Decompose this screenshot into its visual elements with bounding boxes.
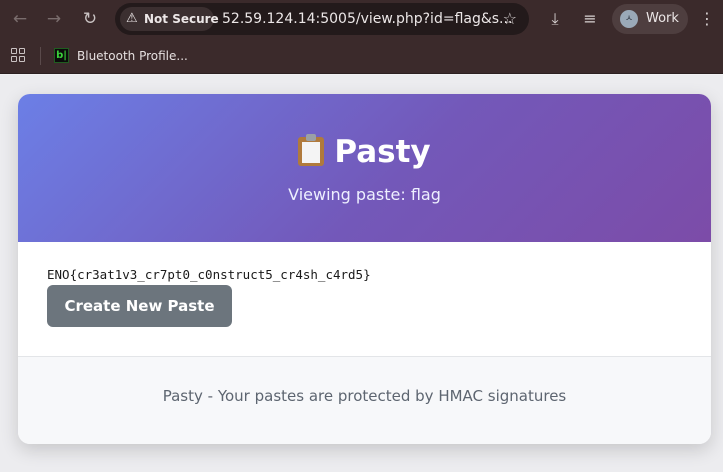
warning-triangle-icon: ⚠ (126, 11, 138, 26)
bookmark-label: Bluetooth Profile... (77, 49, 188, 63)
address-bar[interactable]: ⚠ Not Secure 52.59.124.14:5005/view.php?… (115, 3, 529, 35)
url-text[interactable]: 52.59.124.14:5005/view.php?id=flag&s... (222, 3, 512, 35)
bookmark-star-icon[interactable]: ☆ (503, 3, 517, 35)
create-new-paste-button[interactable]: Create New Paste (47, 285, 232, 327)
footer-text: Pasty - Your pastes are protected by HMA… (162, 387, 567, 405)
header-banner: Pasty Viewing paste: flag (18, 94, 711, 242)
clipboard-icon (298, 134, 325, 166)
page-viewport: Pasty Viewing paste: flag ENO{cr3at1v3_c… (0, 75, 723, 472)
profile-button[interactable]: ㅅ Work (612, 4, 688, 34)
footer: Pasty - Your pastes are protected by HMA… (18, 356, 711, 444)
security-chip[interactable]: ⚠ Not Secure (120, 7, 219, 31)
profile-label: Work (646, 11, 679, 26)
reload-icon[interactable]: ↻ (78, 7, 102, 31)
apps-grid-icon[interactable] (11, 48, 25, 62)
bookmark-favicon-icon: b| (54, 48, 69, 63)
more-menu-icon[interactable]: ⋮ (699, 7, 715, 31)
download-icon[interactable]: ⤓ (543, 7, 567, 31)
security-label: Not Secure (144, 12, 219, 26)
paste-card: Pasty Viewing paste: flag ENO{cr3at1v3_c… (18, 94, 711, 444)
media-queue-icon[interactable]: ≡ (578, 7, 602, 31)
bookmarks-bar: b| Bluetooth Profile... (0, 38, 723, 74)
app-title: Pasty (334, 134, 431, 170)
page-title: Pasty (18, 132, 711, 172)
avatar: ㅅ (620, 10, 638, 28)
paste-content: ENO{cr3at1v3_cr7pt0_c0nstruct5_cr4sh_c4r… (47, 267, 371, 282)
page-subtitle: Viewing paste: flag (288, 185, 441, 204)
bookmarks-divider (40, 47, 41, 65)
browser-toolbar: ← → ↻ ⚠ Not Secure 52.59.124.14:5005/vie… (0, 0, 723, 38)
forward-arrow-icon[interactable]: → (42, 7, 66, 31)
back-arrow-icon[interactable]: ← (8, 7, 32, 31)
